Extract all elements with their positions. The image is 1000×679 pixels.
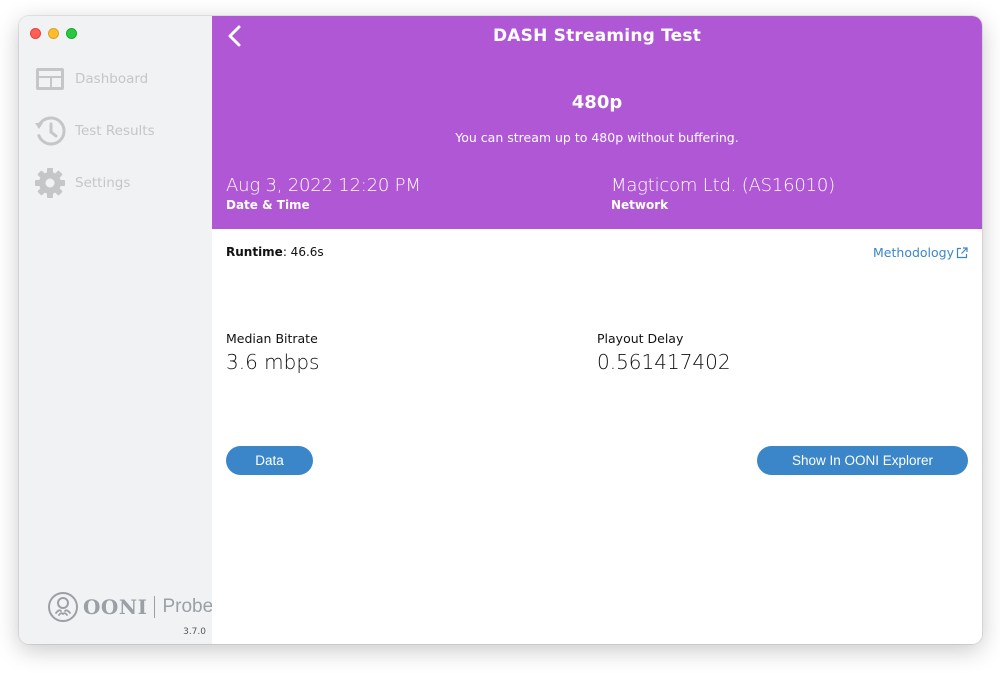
sidebar-item-label: Settings — [75, 175, 131, 191]
octopus-logo-icon — [48, 592, 78, 622]
metric-value: 3.6 mbps — [226, 350, 320, 374]
brand-divider — [154, 596, 156, 618]
page-title: DASH Streaming Test — [492, 26, 702, 46]
brand-ooni: OONI — [83, 595, 148, 619]
sidebar: Dashboard Test Results Settings OONI Pro… — [19, 16, 213, 644]
ooni-probe-logo: OONI Probe — [47, 591, 213, 623]
sidebar-item-dashboard[interactable]: Dashboard — [34, 63, 148, 95]
close-window-button[interactable] — [30, 28, 41, 39]
brand-probe: Probe — [162, 596, 214, 617]
sidebar-item-test-results[interactable]: Test Results — [34, 115, 155, 147]
sidebar-item-settings[interactable]: Settings — [34, 167, 130, 199]
date-time-label: Date & Time — [226, 198, 310, 212]
minimize-window-button[interactable] — [48, 28, 59, 39]
metric-label: Playout Delay — [597, 331, 684, 346]
date-time-value: Aug 3, 2022 12:20 PM — [226, 175, 421, 196]
runtime-label: Runtime — [226, 245, 283, 259]
methodology-link[interactable]: Methodology — [873, 245, 968, 260]
result-description: You can stream up to 480p without buffer… — [455, 130, 739, 145]
metric-label: Median Bitrate — [226, 331, 318, 346]
network-block: Magticom Ltd. (AS16010) Network — [611, 175, 835, 212]
sidebar-item-label: Test Results — [75, 123, 155, 139]
metric-value: 0.561417402 — [597, 350, 731, 374]
dashboard-icon — [36, 68, 64, 90]
gear-icon — [35, 168, 65, 198]
playout-delay: Playout Delay 0.561417402 — [597, 331, 731, 374]
sidebar-item-label: Dashboard — [75, 71, 149, 87]
runtime-value: : 46.6s — [282, 245, 324, 259]
main-panel: DASH Streaming Test 480p You can stream … — [212, 16, 982, 644]
window-controls — [30, 28, 77, 39]
date-time-block: Aug 3, 2022 12:20 PM Date & Time — [226, 175, 421, 212]
history-icon — [35, 116, 66, 146]
test-header: DASH Streaming Test 480p You can stream … — [212, 16, 982, 229]
runtime: Runtime: 46.6s — [226, 245, 324, 259]
data-button[interactable]: Data — [226, 446, 313, 475]
median-bitrate: Median Bitrate 3.6 mbps — [226, 331, 319, 374]
app-window: Dashboard Test Results Settings OONI Pro… — [19, 16, 982, 644]
network-label: Network — [611, 198, 669, 212]
show-in-ooni-explorer-button[interactable]: Show In OONI Explorer — [757, 446, 968, 475]
external-link-icon — [956, 246, 968, 258]
network-value: Magticom Ltd. (AS16010) — [611, 175, 835, 196]
methodology-label: Methodology — [873, 245, 954, 260]
app-version: 3.7.0 — [183, 627, 206, 637]
maximize-window-button[interactable] — [66, 28, 77, 39]
result-resolution: 480p — [571, 92, 623, 113]
